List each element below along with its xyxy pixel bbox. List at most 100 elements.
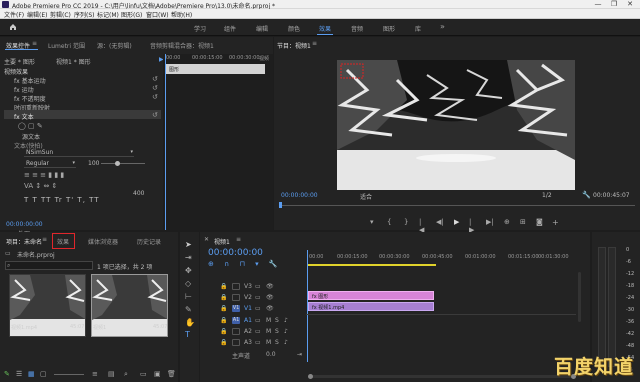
timeline-timecode[interactable]: 00:00:00:00 — [208, 248, 263, 258]
effect-row-motion[interactable]: fx 运动 — [14, 85, 34, 94]
program-title[interactable]: 节目：视频1 — [277, 41, 311, 50]
menu-marker[interactable]: 标记(M) — [97, 10, 119, 19]
effect-row-opacity[interactable]: fx 不透明度 — [14, 94, 46, 103]
font-size-slider[interactable] — [101, 161, 145, 166]
lock-icon[interactable]: 🔒 — [220, 305, 227, 312]
clip-graphic[interactable]: fx 图形 — [308, 291, 434, 300]
text-style-buttons[interactable]: T T TT Tr T' T, TT — [24, 196, 100, 204]
effect-row-basic-motion[interactable]: fx 基本运动 — [14, 76, 46, 85]
pen-tool-icon[interactable]: ✎ — [185, 305, 192, 314]
track-target-active[interactable]: A1 — [232, 317, 240, 324]
program-video-frame[interactable] — [337, 60, 575, 190]
panel-menu-icon[interactable]: ≡ — [312, 40, 317, 47]
automate-icon[interactable]: ▤ — [108, 370, 115, 378]
hand-tool-icon[interactable]: ✋ — [185, 318, 195, 327]
menu-file[interactable]: 文件(F) — [4, 10, 24, 19]
slip-tool-icon[interactable]: ⊢ — [185, 292, 192, 301]
resolution-dropdown[interactable]: 1/2 — [542, 192, 552, 199]
scroll-handle-left[interactable] — [308, 374, 313, 379]
step-forward-icon[interactable]: ▶| — [486, 218, 494, 226]
shape-tools[interactable]: ◯ ▢ ✎ — [18, 122, 43, 130]
menu-help[interactable]: 帮助(H) — [171, 10, 192, 19]
ripple-tool-icon[interactable]: ✥ — [185, 266, 192, 275]
minimize-button[interactable]: — — [590, 0, 606, 9]
work-area-bar[interactable] — [308, 264, 436, 266]
solo-button[interactable]: S — [275, 339, 279, 346]
track-target[interactable] — [232, 294, 240, 301]
timeline-ruler[interactable]: 00:00 00:00:15:00 00:00:30:00 00:00:45:0… — [307, 250, 577, 268]
track-target[interactable] — [232, 328, 240, 335]
tab-lumetri-scopes[interactable]: Lumetri 范围 — [48, 41, 85, 50]
timeline-scrollbar[interactable] — [308, 374, 576, 379]
workspace-libraries[interactable]: 库 — [415, 24, 421, 33]
track-a3[interactable]: 🔒 A3 ▭ M S ♪ — [220, 338, 306, 348]
panel-menu-icon[interactable]: ≡ — [236, 236, 241, 243]
icon-view-icon[interactable]: ▦ — [28, 370, 35, 378]
settings-icon[interactable]: 🔧 — [582, 191, 591, 199]
play-icon[interactable]: ▶ — [454, 218, 459, 226]
tab-history[interactable]: 历史记录 — [137, 237, 161, 246]
playhead[interactable] — [165, 54, 166, 230]
tab-effects[interactable]: 效果 — [57, 237, 69, 246]
new-bin-icon[interactable]: ▭ — [140, 370, 147, 378]
panel-menu-icon[interactable]: ≡ — [32, 40, 37, 47]
clip-bar[interactable]: 图形 — [166, 64, 265, 74]
eye-icon[interactable]: 👁 — [266, 283, 274, 290]
mute-button[interactable]: M — [266, 317, 271, 324]
timeline-tab[interactable]: 视频1 — [214, 237, 230, 246]
workspace-color[interactable]: 颜色 — [288, 24, 300, 33]
sync-lock-icon[interactable]: ▭ — [255, 339, 261, 346]
eye-icon[interactable]: 👁 — [266, 294, 274, 301]
track-a2[interactable]: 🔒 A2 ▭ M S ♪ — [220, 327, 306, 337]
sequence-label[interactable]: 视频1 * 图形 — [56, 57, 91, 66]
tab-media-browser[interactable]: 媒体浏览器 — [88, 237, 118, 246]
selection-tool-icon[interactable]: ➤ — [185, 240, 192, 249]
home-icon[interactable] — [9, 23, 17, 31]
track-v1[interactable]: 🔒 V1 V1 ▭ 👁 — [220, 304, 306, 314]
camera-icon[interactable]: ◙ — [536, 218, 543, 226]
workspace-effects[interactable]: 效果 — [319, 24, 331, 33]
reset-icon[interactable]: ↺ — [152, 93, 158, 101]
effect-row-text[interactable]: fx 文本 — [14, 112, 34, 121]
vertical-scrollbar[interactable] — [578, 272, 581, 322]
workspace-audio[interactable]: 音频 — [351, 24, 363, 33]
font-dropdown[interactable]: NSimSun ▾ — [24, 149, 134, 157]
menu-clip[interactable]: 剪辑(C) — [50, 10, 71, 19]
menu-window[interactable]: 窗口(W) — [146, 10, 169, 19]
solo-button[interactable]: S — [275, 328, 279, 335]
workspace-learn[interactable]: 学习 — [194, 24, 206, 33]
workspace-assembly[interactable]: 组件 — [224, 24, 236, 33]
sync-lock-icon[interactable]: ▭ — [255, 328, 261, 335]
search-input[interactable]: ⌕ — [5, 261, 93, 270]
track-master[interactable]: 主声道 0.0 ⇥ — [220, 350, 306, 360]
timeline-tools[interactable]: ⊕ ∩ ⊓ ▾ 🔧 — [208, 260, 282, 268]
mute-button[interactable]: M — [266, 339, 271, 346]
reset-icon[interactable]: ↺ — [152, 84, 158, 92]
font-style-dropdown[interactable]: Regular ▾ — [24, 160, 76, 168]
sync-lock-icon[interactable]: ▭ — [255, 317, 261, 324]
tracking-value[interactable]: 400 — [133, 190, 144, 197]
master-volume[interactable]: 0.0 — [266, 351, 276, 358]
add-button-icon[interactable]: + — [552, 218, 559, 227]
program-scrubber[interactable] — [279, 202, 635, 208]
sort-icon[interactable]: ≡ — [92, 370, 98, 378]
sync-lock-icon[interactable]: ▭ — [255, 305, 261, 312]
sync-lock-icon[interactable]: ▭ — [255, 283, 261, 290]
tab-audio-clip-mixer[interactable]: 音频剪辑混合器：视频1 — [150, 41, 214, 50]
clip-video[interactable]: fx 视频1.mp4 — [308, 302, 434, 311]
find-icon[interactable]: ⌕ — [124, 370, 128, 379]
mark-out-icon[interactable]: } — [404, 218, 408, 226]
align-tools[interactable]: ≡ ≡ ≡ ▮ ▮ ▮ — [24, 171, 64, 179]
track-select-tool-icon[interactable]: ⇥ — [185, 253, 192, 262]
go-to-end-icon[interactable]: ⇥ — [297, 351, 302, 358]
maximize-button[interactable]: ❐ — [606, 0, 622, 9]
lock-icon[interactable]: 🔒 — [220, 339, 227, 346]
reset-icon[interactable]: ↺ — [152, 111, 158, 119]
freeform-view-icon[interactable]: ▢ — [40, 370, 47, 378]
menu-edit[interactable]: 编辑(E) — [27, 10, 47, 19]
workspace-graphics[interactable]: 图形 — [383, 24, 395, 33]
mic-icon[interactable]: ♪ — [284, 339, 288, 346]
track-v3[interactable]: 🔒 V3 ▭ 👁 — [220, 282, 306, 292]
fit-dropdown[interactable]: 适合 — [360, 192, 372, 201]
menu-sequence[interactable]: 序列(S) — [74, 10, 95, 19]
